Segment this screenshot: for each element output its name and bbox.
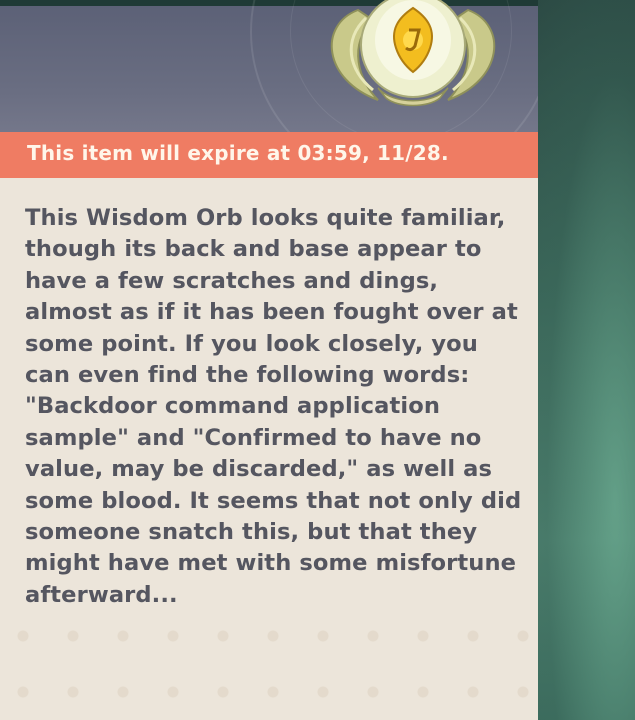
expiry-banner: This item will expire at 03:59, 11/28. [0,132,538,178]
item-header [0,0,538,132]
wisdom-orb-icon [330,0,496,107]
panel-pattern [0,608,538,720]
background-glow [535,0,635,720]
expiry-text: This item will expire at 03:59, 11/28. [27,141,449,165]
item-detail-panel: This item will expire at 03:59, 11/28. T… [0,0,538,720]
item-description: This Wisdom Orb looks quite familiar, th… [25,205,522,608]
